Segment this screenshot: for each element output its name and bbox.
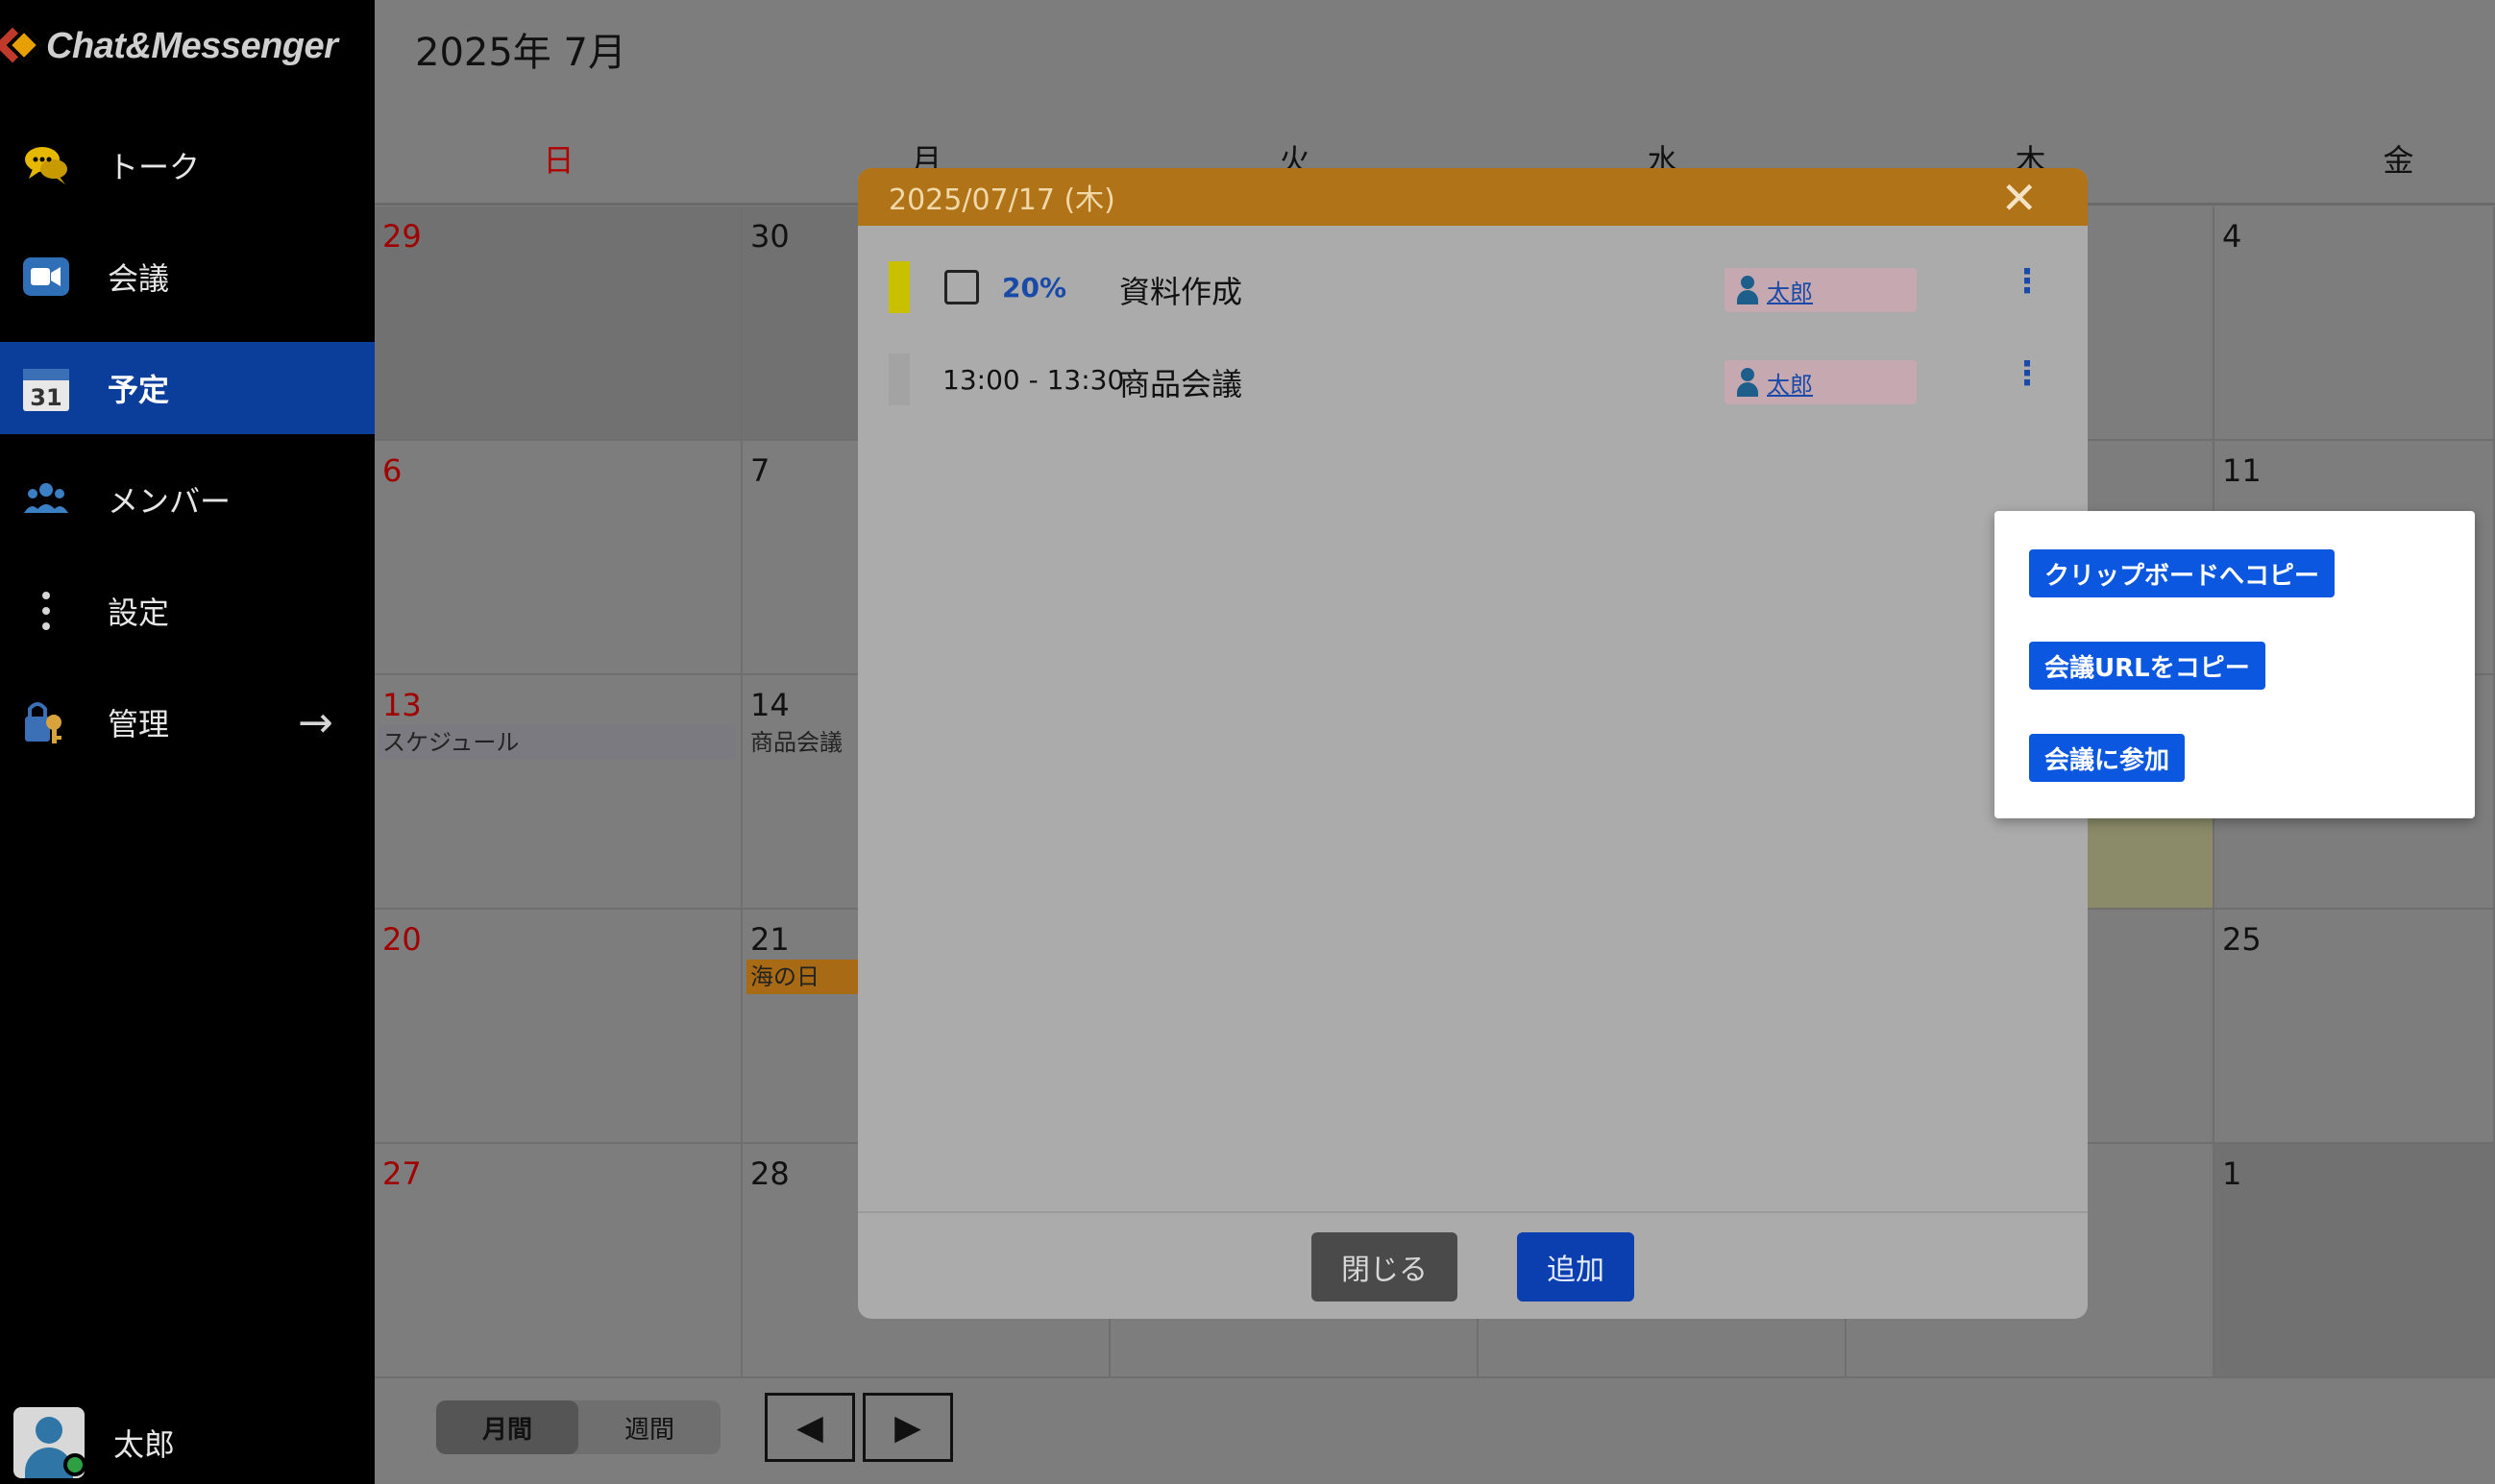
- online-status-icon: [63, 1453, 86, 1476]
- owner-badge: 太郎: [1724, 360, 1917, 404]
- view-toggle: 月間 週間: [436, 1400, 721, 1454]
- event-time: 13:00 - 13:30: [942, 364, 1125, 396]
- event-title[interactable]: 商品会議: [1119, 360, 1242, 404]
- sidebar-item-settings[interactable]: 設定: [0, 565, 375, 657]
- close-icon[interactable]: ✕: [2000, 172, 2038, 224]
- dialog-footer: 閉じる 追加: [858, 1211, 2088, 1319]
- day-cell[interactable]: 20: [375, 910, 743, 1144]
- day-number: 20: [382, 921, 422, 958]
- task-progress: 20%: [1002, 272, 1067, 304]
- prev-month-button[interactable]: ◀: [765, 1393, 855, 1462]
- sidebar-item-talk[interactable]: トーク: [0, 119, 375, 211]
- calendar-event[interactable]: スケジュール: [379, 725, 736, 760]
- sidebar-item-label: 管理: [108, 706, 170, 742]
- chat-bubbles-icon: [21, 140, 71, 190]
- sidebar-item-members[interactable]: メンバー: [0, 453, 375, 546]
- day-cell[interactable]: 13 スケジュール: [375, 675, 743, 910]
- view-month-button[interactable]: 月間: [436, 1400, 578, 1454]
- weekday-fri: 金: [2383, 142, 2414, 179]
- logo-mark-icon: [0, 27, 42, 65]
- sidebar: Chat&Messenger トーク 会議 31 予定 メンバー 設定 管理 →…: [0, 0, 375, 1484]
- task-checkbox[interactable]: [944, 270, 979, 304]
- arrow-right-icon: →: [298, 697, 333, 747]
- close-button[interactable]: 閉じる: [1311, 1232, 1457, 1302]
- owner-badge: 太郎: [1724, 268, 1917, 312]
- day-detail-dialog: 2025/07/17 (木) ✕ 20% 資料作成 太郎 ⋮ 13:00 - 1…: [858, 168, 2088, 1319]
- sidebar-item-label: 予定: [108, 372, 170, 408]
- calendar-31-icon: 31: [21, 363, 71, 413]
- app-logo: Chat&Messenger: [0, 19, 338, 73]
- dialog-date: 2025/07/17 (木): [889, 183, 1115, 217]
- sidebar-item-meeting[interactable]: 会議: [0, 231, 375, 323]
- day-number: 6: [382, 452, 403, 489]
- sidebar-item-schedule[interactable]: 31 予定: [0, 342, 375, 434]
- calendar-title: 2025年 7月: [415, 31, 626, 75]
- day-cell[interactable]: 27: [375, 1144, 743, 1378]
- key-lock-icon: [21, 697, 71, 747]
- day-number: 27: [382, 1156, 422, 1192]
- members-icon: [21, 474, 71, 524]
- calendar-icon-day: 31: [30, 384, 61, 411]
- day-number: 7: [750, 452, 771, 489]
- sidebar-item-label: トーク: [108, 149, 201, 185]
- event-row[interactable]: 13:00 - 13:30 商品会議 太郎 ⋮: [858, 341, 2088, 418]
- day-cell[interactable]: 6: [375, 441, 743, 675]
- next-month-button[interactable]: ▶: [863, 1393, 953, 1462]
- more-vertical-icon: [21, 586, 71, 636]
- day-cell[interactable]: 29: [375, 207, 743, 441]
- person-icon: [1736, 368, 1759, 397]
- day-cell[interactable]: 1: [2214, 1144, 2495, 1378]
- day-number: 14: [750, 687, 790, 723]
- copy-to-clipboard-button[interactable]: クリップボードへコピー: [2029, 549, 2336, 597]
- day-number: 13: [382, 687, 422, 723]
- task-title[interactable]: 資料作成: [1119, 268, 1242, 312]
- logo-text: Chat&Messenger: [46, 25, 338, 66]
- day-number: 30: [750, 218, 790, 255]
- event-context-menu: クリップボードへコピー 会議URLをコピー 会議に参加: [1994, 511, 2475, 818]
- day-number: 29: [382, 218, 422, 255]
- day-number: 28: [750, 1156, 790, 1192]
- person-icon: [1736, 276, 1759, 304]
- current-user[interactable]: 太郎: [13, 1407, 175, 1478]
- owner-link[interactable]: 太郎: [1767, 274, 1813, 307]
- add-button[interactable]: 追加: [1517, 1232, 1634, 1302]
- task-row[interactable]: 20% 資料作成 太郎 ⋮: [858, 249, 2088, 326]
- video-camera-icon: [21, 252, 71, 302]
- copy-meeting-url-button[interactable]: 会議URLをコピー: [2029, 642, 2265, 690]
- day-number: 11: [2222, 452, 2262, 489]
- day-cell[interactable]: 4: [2214, 207, 2495, 441]
- color-bar: [889, 353, 910, 405]
- sidebar-item-label: 設定: [108, 595, 170, 631]
- color-bar: [889, 261, 910, 313]
- day-number: 21: [750, 921, 790, 958]
- day-number: 25: [2222, 921, 2262, 958]
- day-number: 1: [2222, 1156, 2242, 1192]
- more-options-icon[interactable]: ⋮: [2011, 354, 2043, 393]
- more-options-icon[interactable]: ⋮: [2011, 262, 2043, 301]
- view-week-button[interactable]: 週間: [578, 1400, 721, 1454]
- dialog-header: 2025/07/17 (木) ✕: [858, 168, 2088, 226]
- sidebar-item-admin[interactable]: 管理 →: [0, 676, 375, 768]
- day-cell[interactable]: 25: [2214, 910, 2495, 1144]
- weekday-sun: 日: [543, 142, 575, 179]
- sidebar-item-label: 会議: [108, 260, 170, 297]
- sidebar-item-label: メンバー: [108, 483, 232, 520]
- join-meeting-button[interactable]: 会議に参加: [2029, 734, 2186, 782]
- owner-link[interactable]: 太郎: [1767, 366, 1813, 400]
- day-number: 4: [2222, 218, 2242, 255]
- user-name: 太郎: [113, 1426, 176, 1463]
